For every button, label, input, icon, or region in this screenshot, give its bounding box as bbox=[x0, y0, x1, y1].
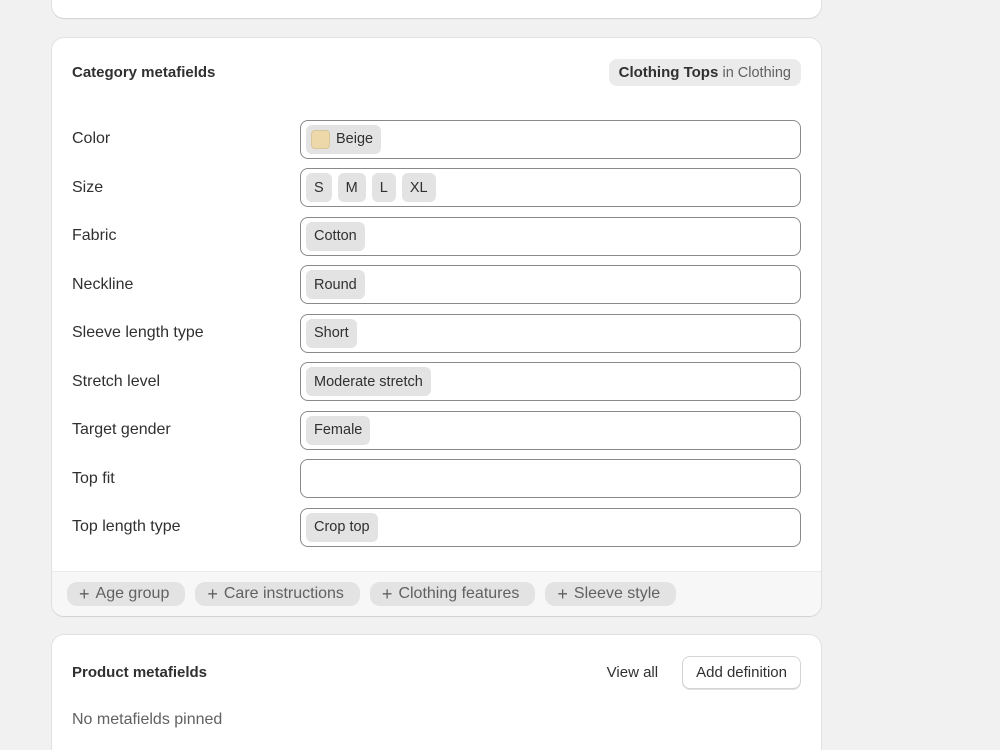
metafield-label: Target gender bbox=[72, 421, 171, 439]
value-tag[interactable]: S bbox=[306, 173, 332, 203]
add-metafield-label: Sleeve style bbox=[573, 585, 661, 602]
metafield-row: Size S M L XL bbox=[72, 164, 801, 213]
value-tag[interactable]: L bbox=[371, 173, 396, 203]
value-tag-label: XL bbox=[409, 179, 428, 196]
metafield-row: Top length type Crop top bbox=[72, 503, 801, 552]
add-metafield-button[interactable]: + Care instructions bbox=[195, 582, 360, 606]
metafield-label: Size bbox=[72, 178, 104, 196]
product-card-header: Product metafields View all Add definiti… bbox=[72, 655, 801, 689]
add-metafield-strip: + Age group + Care instructions + Clothing fe… bbox=[52, 571, 821, 616]
category-card-title: Category metafields bbox=[72, 63, 216, 81]
add-metafield-button[interactable]: + Clothing features bbox=[369, 582, 536, 606]
product-card-actions: View all Add definition bbox=[607, 655, 801, 689]
metafield-value-field[interactable]: Round bbox=[300, 265, 801, 305]
value-tag-label: Short bbox=[314, 325, 349, 342]
value-tag[interactable]: M bbox=[337, 173, 366, 203]
metafield-row: Target gender Female bbox=[72, 406, 801, 455]
metafield-row: Stretch level Moderate stretch bbox=[72, 358, 801, 407]
metafield-label: Top fit bbox=[72, 469, 115, 487]
plus-icon: + bbox=[207, 584, 218, 604]
metafield-label: Top length type bbox=[72, 518, 181, 536]
product-metafields-card: Product metafields View all Add definiti… bbox=[52, 635, 821, 750]
value-tag[interactable]: Cotton bbox=[306, 221, 365, 251]
metafield-row: Color Beige bbox=[72, 115, 801, 164]
color-swatch bbox=[311, 129, 330, 149]
add-metafield-button[interactable]: + Sleeve style bbox=[545, 582, 677, 606]
previous-card bbox=[52, 0, 821, 18]
metafield-rows: Color Beige Size S M L XL Fabric Cotton Neckline R… bbox=[72, 115, 801, 552]
value-tag-label: S bbox=[314, 179, 324, 196]
value-tag-label: Moderate stretch bbox=[314, 373, 423, 390]
metafield-value-field[interactable]: Short bbox=[300, 313, 801, 353]
metafield-label: Fabric bbox=[72, 227, 117, 245]
metafield-value-field[interactable]: Crop top bbox=[300, 507, 801, 547]
category-card-header: Category metafields Clothing Tops in Clo… bbox=[72, 57, 801, 87]
add-metafield-label: Age group bbox=[95, 585, 170, 602]
metafield-row: Neckline Round bbox=[72, 261, 801, 310]
value-tag[interactable]: Moderate stretch bbox=[306, 367, 431, 397]
value-tag-label: Cotton bbox=[314, 228, 357, 245]
metafield-label: Color bbox=[72, 130, 111, 148]
metafield-label: Neckline bbox=[72, 275, 134, 293]
value-tag[interactable]: Female bbox=[306, 415, 371, 445]
metafield-value-field[interactable]: Moderate stretch bbox=[300, 362, 801, 402]
metafield-label: Sleeve length type bbox=[72, 324, 204, 342]
metafield-label: Stretch level bbox=[72, 372, 161, 390]
add-metafield-label: Clothing features bbox=[398, 585, 520, 602]
metafield-value-field[interactable]: Cotton bbox=[300, 216, 801, 256]
value-tag-label: Female bbox=[314, 422, 363, 439]
value-tag[interactable]: XL bbox=[401, 173, 436, 203]
metafield-value-field[interactable]: Beige bbox=[300, 119, 801, 159]
value-tag-label: Beige bbox=[336, 131, 374, 148]
metafield-row: Top fit bbox=[72, 455, 801, 504]
add-metafield-button[interactable]: + Age group bbox=[67, 582, 186, 606]
category-badge: Clothing Tops in Clothing bbox=[608, 58, 801, 86]
value-tag[interactable]: Round bbox=[306, 270, 365, 300]
plus-icon: + bbox=[557, 584, 568, 604]
metafield-value-field[interactable] bbox=[300, 459, 801, 499]
value-tag[interactable]: Crop top bbox=[306, 512, 378, 542]
metafield-row: Sleeve length type Short bbox=[72, 309, 801, 358]
value-tag-label: Crop top bbox=[314, 519, 370, 536]
metafield-value-field[interactable]: S M L XL bbox=[300, 168, 801, 208]
category-name: Clothing Tops bbox=[618, 63, 719, 81]
value-tag-label: L bbox=[379, 179, 388, 196]
category-metafields-card: Category metafields Clothing Tops in Clo… bbox=[52, 38, 821, 616]
add-metafield-label: Care instructions bbox=[223, 585, 344, 602]
product-card-title: Product metafields bbox=[72, 663, 208, 681]
value-tag-label: M bbox=[345, 179, 358, 196]
metafield-value-field[interactable]: Female bbox=[300, 410, 801, 450]
view-all-button[interactable]: View all bbox=[607, 664, 658, 681]
category-parent: in Clothing bbox=[722, 64, 791, 81]
plus-icon: + bbox=[79, 584, 90, 604]
value-tag[interactable]: Beige bbox=[306, 124, 382, 154]
metafield-row: Fabric Cotton bbox=[72, 212, 801, 261]
empty-metafields-text: No metafields pinned bbox=[72, 711, 223, 728]
value-tag-label: Round bbox=[314, 276, 357, 293]
add-definition-button[interactable]: Add definition bbox=[682, 655, 801, 689]
plus-icon: + bbox=[381, 584, 393, 604]
value-tag[interactable]: Short bbox=[306, 318, 357, 348]
